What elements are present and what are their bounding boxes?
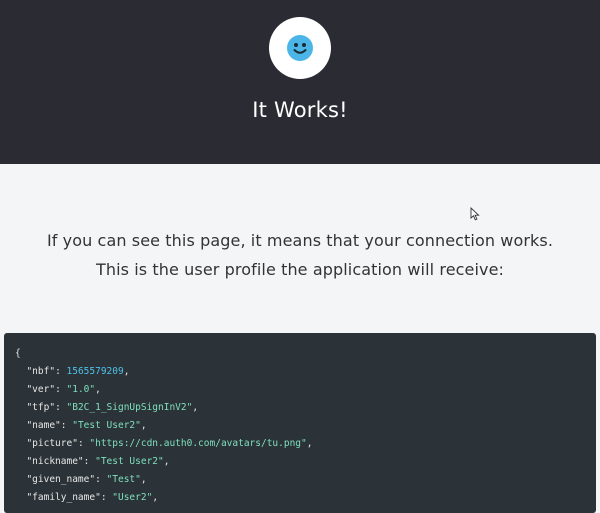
header: It Works! <box>0 0 600 164</box>
connection-message: If you can see this page, it means that … <box>46 231 554 250</box>
json-value: "https://cdn.auth0.com/avatars/tu.png" <box>89 438 307 449</box>
json-open-brace: { <box>15 348 21 359</box>
json-key: "picture" <box>26 438 78 449</box>
json-value: 1565579209 <box>66 366 124 377</box>
json-key: "nickname" <box>26 456 84 467</box>
json-key: "name" <box>26 420 61 431</box>
json-field: "picture": "https://cdn.auth0.com/avatar… <box>26 438 313 449</box>
json-field: "ver": "1.0", <box>26 384 101 395</box>
json-field: "nickname": "Test User2", <box>26 456 170 467</box>
json-key: "given_name" <box>26 474 96 485</box>
json-value: "Test User2" <box>95 456 164 467</box>
json-value: "Test" <box>106 474 141 485</box>
profile-intro-message: This is the user profile the application… <box>95 260 505 279</box>
smiley-face-icon <box>287 35 313 61</box>
page-title: It Works! <box>252 98 348 122</box>
json-field: "nbf": 1565579209, <box>26 366 130 377</box>
json-value: "Test User2" <box>72 420 141 431</box>
avatar <box>269 17 331 79</box>
profile-json: { "nbf": 1565579209, "ver": "1.0", "tfp"… <box>15 345 312 507</box>
json-key: "tfp" <box>26 402 56 413</box>
json-field: "tfp": "B2C_1_SignUpSignInV2", <box>26 402 199 413</box>
json-value: "User2" <box>112 492 153 503</box>
json-field: "family_name": "User2", <box>26 492 159 503</box>
profile-json-panel: { "nbf": 1565579209, "ver": "1.0", "tfp"… <box>4 333 596 513</box>
json-value: "1.0" <box>66 384 96 395</box>
json-key: "nbf" <box>26 366 56 377</box>
json-key: "ver" <box>26 384 56 395</box>
json-field: "given_name": "Test", <box>26 474 147 485</box>
json-key: "family_name" <box>26 492 101 503</box>
json-field: "name": "Test User2", <box>26 420 147 431</box>
mouse-pointer-icon <box>470 207 480 221</box>
json-value: "B2C_1_SignUpSignInV2" <box>66 402 193 413</box>
